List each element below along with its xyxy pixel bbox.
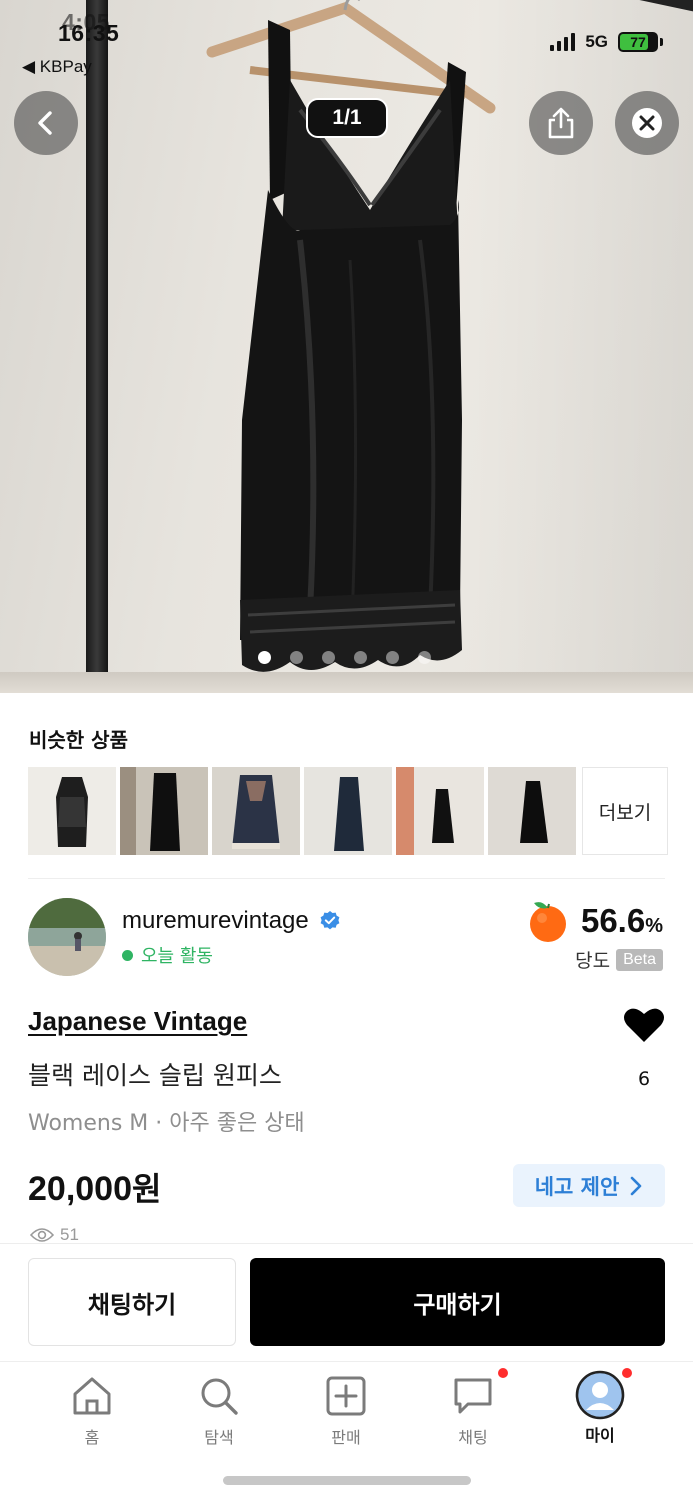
tab-sell[interactable]: 판매	[301, 1376, 391, 1448]
chat-button[interactable]: 채팅하기	[28, 1258, 236, 1346]
cellular-signal-icon	[550, 33, 576, 51]
pagination-dot[interactable]	[354, 651, 367, 664]
seller-avatar[interactable]	[28, 898, 106, 976]
chat-bubble-icon	[454, 1378, 492, 1414]
score-label: 당도 Beta	[575, 946, 663, 973]
similar-thumb-1[interactable]	[28, 767, 116, 855]
home-indicator	[223, 1476, 471, 1485]
tangerine-icon	[529, 902, 566, 942]
like-button[interactable]: 6	[619, 1006, 669, 1090]
tab-sell-label: 판매	[331, 1428, 361, 1447]
divider	[28, 878, 665, 879]
similar-thumb-image	[28, 767, 116, 855]
pagination-dot[interactable]	[322, 651, 335, 664]
bottom-action-bar: 채팅하기 구매하기	[0, 1243, 693, 1361]
chevron-left-icon	[38, 111, 52, 135]
score-number: 56.6	[580, 902, 646, 939]
similar-thumb-image	[396, 767, 484, 855]
tab-home-label: 홈	[84, 1428, 100, 1447]
similar-thumb-image	[488, 767, 576, 855]
view-count: 51	[30, 1226, 79, 1244]
battery-cap	[660, 38, 663, 46]
pagination-dot[interactable]	[258, 651, 271, 664]
seller-avatar-image	[28, 898, 106, 976]
price: 20,000원	[28, 1164, 161, 1210]
tab-search-label: 탐색	[204, 1428, 234, 1447]
pagination-dot[interactable]	[418, 651, 431, 664]
similar-products-title: 비슷한 상품	[29, 728, 128, 752]
active-dot-icon	[122, 949, 133, 961]
product-photo[interactable]: 4:05 16:35 ◀ KBPay 5G 77 1/1	[0, 0, 693, 693]
product-title: 블랙 레이스 슬립 원피스	[28, 1061, 282, 1090]
battery-icon: 77	[618, 32, 658, 52]
view-count-text: 51	[60, 1226, 79, 1244]
search-icon	[201, 1378, 238, 1415]
brand-link[interactable]: Japanese Vintage	[28, 1006, 247, 1037]
image-counter: 1/1	[306, 98, 388, 138]
tab-chat-label: 채팅	[458, 1428, 488, 1447]
negotiate-button[interactable]: 네고 제안	[513, 1164, 665, 1207]
verified-badge-icon	[320, 911, 340, 930]
similar-thumb-5[interactable]	[396, 767, 484, 855]
beta-badge: Beta	[616, 948, 663, 971]
activity-status: 오늘 활동	[122, 942, 213, 968]
chevron-right-icon	[630, 1176, 642, 1195]
share-icon	[548, 107, 574, 139]
close-button[interactable]	[615, 91, 679, 155]
price-value: 20,000	[28, 1170, 132, 1208]
product-meta: Womens M · 아주 좋은 상태	[28, 1111, 305, 1136]
similar-more-button[interactable]: 더보기	[582, 767, 668, 855]
add-icon	[326, 1376, 366, 1416]
eye-icon	[30, 1228, 54, 1242]
price-currency: 원	[132, 1170, 162, 1208]
home-icon	[73, 1377, 111, 1415]
similar-thumb-image	[120, 767, 208, 855]
score-value: 56.6%	[581, 902, 663, 940]
tab-my[interactable]: 마이	[555, 1370, 645, 1446]
tab-chat[interactable]: 채팅	[428, 1376, 518, 1448]
heart-icon	[624, 1008, 664, 1042]
status-time: 4:05 16:35	[58, 9, 119, 47]
buy-button[interactable]: 구매하기	[250, 1258, 665, 1346]
network-type: 5G	[585, 32, 608, 51]
like-count: 6	[637, 1068, 651, 1090]
close-icon	[632, 108, 662, 138]
tab-home[interactable]: 홈	[47, 1376, 137, 1448]
negotiate-label: 네고 제안	[534, 1174, 620, 1199]
chat-notification-badge	[498, 1368, 508, 1378]
similar-thumb-image	[212, 767, 300, 855]
similar-thumb-6[interactable]	[488, 767, 576, 855]
pagination-dot[interactable]	[386, 651, 399, 664]
score-unit: %	[645, 915, 663, 937]
back-to-app-link[interactable]: ◀ KBPay	[22, 57, 92, 77]
status-time-overlay: 4:05	[62, 9, 111, 35]
tab-my-label: 마이	[585, 1426, 615, 1445]
battery-percent: 77	[630, 34, 646, 50]
similar-thumb-3[interactable]	[212, 767, 300, 855]
score-label-text: 당도	[575, 950, 611, 972]
seller-name[interactable]: muremurevintage	[122, 907, 341, 935]
back-button[interactable]	[14, 91, 78, 155]
share-button[interactable]	[529, 91, 593, 155]
sweetness-score[interactable]: 56.6%	[525, 898, 663, 944]
seller-name-text: muremurevintage	[122, 907, 309, 934]
similar-thumb-4[interactable]	[304, 767, 392, 855]
status-indicators: 5G 77	[550, 32, 663, 52]
similar-products-row: 더보기	[28, 767, 668, 855]
similar-thumb-image	[304, 767, 392, 855]
similar-thumb-2[interactable]	[120, 767, 208, 855]
pagination-dot[interactable]	[290, 651, 303, 664]
activity-status-text: 오늘 활동	[141, 946, 213, 967]
profile-avatar-icon	[575, 1370, 625, 1420]
my-notification-badge	[622, 1368, 632, 1378]
image-pagination-dots	[258, 651, 431, 664]
tab-search[interactable]: 탐색	[174, 1376, 264, 1448]
